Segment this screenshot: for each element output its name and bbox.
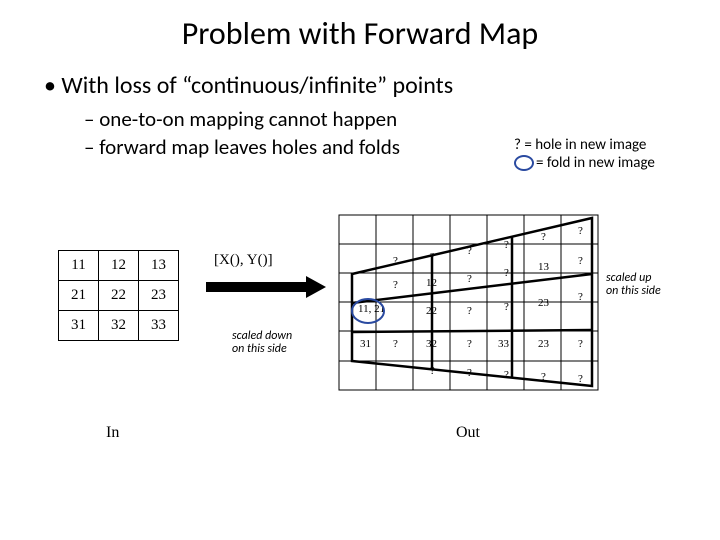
in-cell: 21 xyxy=(59,281,99,311)
svg-text:23: 23 xyxy=(538,338,550,350)
svg-text:?: ? xyxy=(578,255,583,267)
svg-text:13: 13 xyxy=(538,261,550,273)
in-cell: 11 xyxy=(59,251,99,281)
bullet-level1: With loss of “continuous/infinite” point… xyxy=(44,71,720,100)
slide-title: Problem with Forward Map xyxy=(0,0,720,53)
svg-text:12: 12 xyxy=(426,277,437,289)
in-cell: 31 xyxy=(59,311,99,341)
in-cell: 12 xyxy=(99,251,139,281)
in-cell: 22 xyxy=(99,281,139,311)
input-grid: 11 12 13 21 22 23 31 32 33 xyxy=(58,250,179,341)
arrow-icon xyxy=(206,278,326,296)
svg-text:?: ? xyxy=(578,338,583,350)
svg-text:31: 31 xyxy=(360,338,371,350)
svg-text:?: ? xyxy=(504,301,509,313)
in-cell: 33 xyxy=(139,311,179,341)
bullet-level2-a: one-to-on mapping cannot happen xyxy=(84,106,720,132)
svg-text:23: 23 xyxy=(538,297,550,309)
svg-text:?: ? xyxy=(467,367,472,379)
svg-text:22: 22 xyxy=(426,305,437,317)
svg-text:?: ? xyxy=(467,305,472,317)
svg-text:?: ? xyxy=(578,373,583,385)
diagram: 11 12 13 21 22 23 31 32 33 [X(), Y()] sc… xyxy=(58,222,662,452)
legend-fold: = fold in new image xyxy=(536,154,655,172)
svg-text:?: ? xyxy=(467,273,472,285)
svg-text:?: ? xyxy=(504,267,509,279)
svg-text:?: ? xyxy=(430,365,435,377)
annotation-scaled-up: scaled upon this side xyxy=(606,272,661,298)
svg-text:?: ? xyxy=(467,245,472,257)
svg-text:?: ? xyxy=(467,338,472,350)
svg-text:?: ? xyxy=(430,251,435,263)
svg-text:?: ? xyxy=(504,369,509,381)
in-cell: 23 xyxy=(139,281,179,311)
svg-text:?: ? xyxy=(541,371,546,383)
svg-text:?: ? xyxy=(504,239,509,251)
svg-text:?: ? xyxy=(578,291,583,303)
output-grid: ? ? ? ? ? ? ? 12 ? ? 13 ? 11, 21 22 ? ? … xyxy=(338,214,600,392)
in-cell: 13 xyxy=(139,251,179,281)
in-cell: 32 xyxy=(99,311,139,341)
circle-icon xyxy=(514,155,534,171)
svg-text:?: ? xyxy=(578,225,583,237)
svg-text:?: ? xyxy=(393,279,398,291)
map-function-label: [X(), Y()] xyxy=(214,252,273,269)
svg-text:?: ? xyxy=(393,255,398,267)
svg-text:32: 32 xyxy=(426,338,437,350)
in-label: In xyxy=(106,424,119,442)
legend-hole: ? = hole in new image xyxy=(514,136,646,154)
svg-text:?: ? xyxy=(393,338,398,350)
out-label: Out xyxy=(456,424,480,442)
legend: ? = hole in new image = fold in new imag… xyxy=(514,136,655,172)
svg-text:33: 33 xyxy=(498,338,510,350)
svg-text:?: ? xyxy=(541,231,546,243)
annotation-scaled-down: scaled downon this side xyxy=(232,330,292,356)
